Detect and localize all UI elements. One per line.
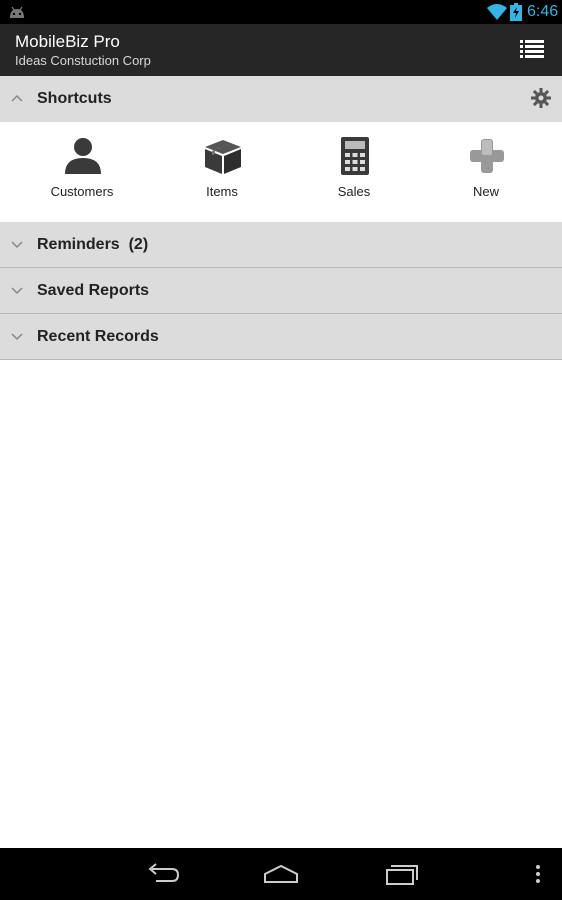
- shortcut-label: Items: [206, 184, 238, 199]
- app-title: MobileBiz Pro: [15, 32, 120, 51]
- box-icon: [205, 140, 241, 174]
- recent-apps-icon[interactable]: [381, 860, 421, 888]
- shortcut-label: New: [472, 184, 499, 199]
- shortcuts-panel: Customers Items Sales New: [0, 122, 562, 222]
- section-label-shortcuts: Shortcuts: [37, 90, 112, 107]
- section-label-saved-reports: Saved Reports: [37, 282, 150, 299]
- shortcut-items[interactable]: Items: [172, 136, 272, 206]
- overflow-menu-icon[interactable]: [518, 860, 558, 888]
- shortcut-label: Sales: [337, 184, 371, 199]
- calculator-icon: [341, 137, 369, 175]
- chevron-up-icon: [11, 94, 23, 102]
- chevron-down-icon: [11, 287, 23, 295]
- section-label-reminders: Reminders (2): [37, 236, 149, 253]
- shortcut-sales[interactable]: Sales: [304, 136, 404, 206]
- shortcut-customers[interactable]: Customers: [32, 136, 132, 206]
- home-icon[interactable]: [261, 860, 301, 888]
- shortcut-label: Customers: [50, 184, 114, 199]
- section-header-saved-reports[interactable]: Saved Reports: [0, 268, 562, 314]
- person-icon: [65, 138, 101, 174]
- wifi-icon: [487, 4, 507, 20]
- app-subtitle: Ideas Constuction Corp: [15, 53, 151, 68]
- section-header-reminders[interactable]: Reminders (2): [0, 222, 562, 268]
- status-bar: 6:46: [0, 0, 562, 24]
- section-header-recent-records[interactable]: Recent Records: [0, 314, 562, 360]
- status-clock: 6:46: [527, 3, 559, 20]
- section-header-shortcuts[interactable]: Shortcuts: [0, 76, 562, 122]
- chevron-down-icon: [11, 241, 23, 249]
- android-notification-icon: [10, 6, 24, 18]
- divider: [0, 359, 562, 360]
- shortcut-new[interactable]: New: [436, 136, 536, 206]
- section-label-recent-records: Recent Records: [37, 328, 159, 345]
- plus-icon: [470, 139, 504, 173]
- navigation-bar: [0, 848, 562, 900]
- chevron-down-icon: [11, 333, 23, 341]
- back-icon[interactable]: [142, 860, 182, 888]
- gear-icon[interactable]: [531, 88, 551, 108]
- battery-charging-icon: [510, 3, 522, 21]
- action-bar: MobileBiz Pro Ideas Constuction Corp: [0, 24, 562, 76]
- list-menu-icon[interactable]: [512, 36, 552, 64]
